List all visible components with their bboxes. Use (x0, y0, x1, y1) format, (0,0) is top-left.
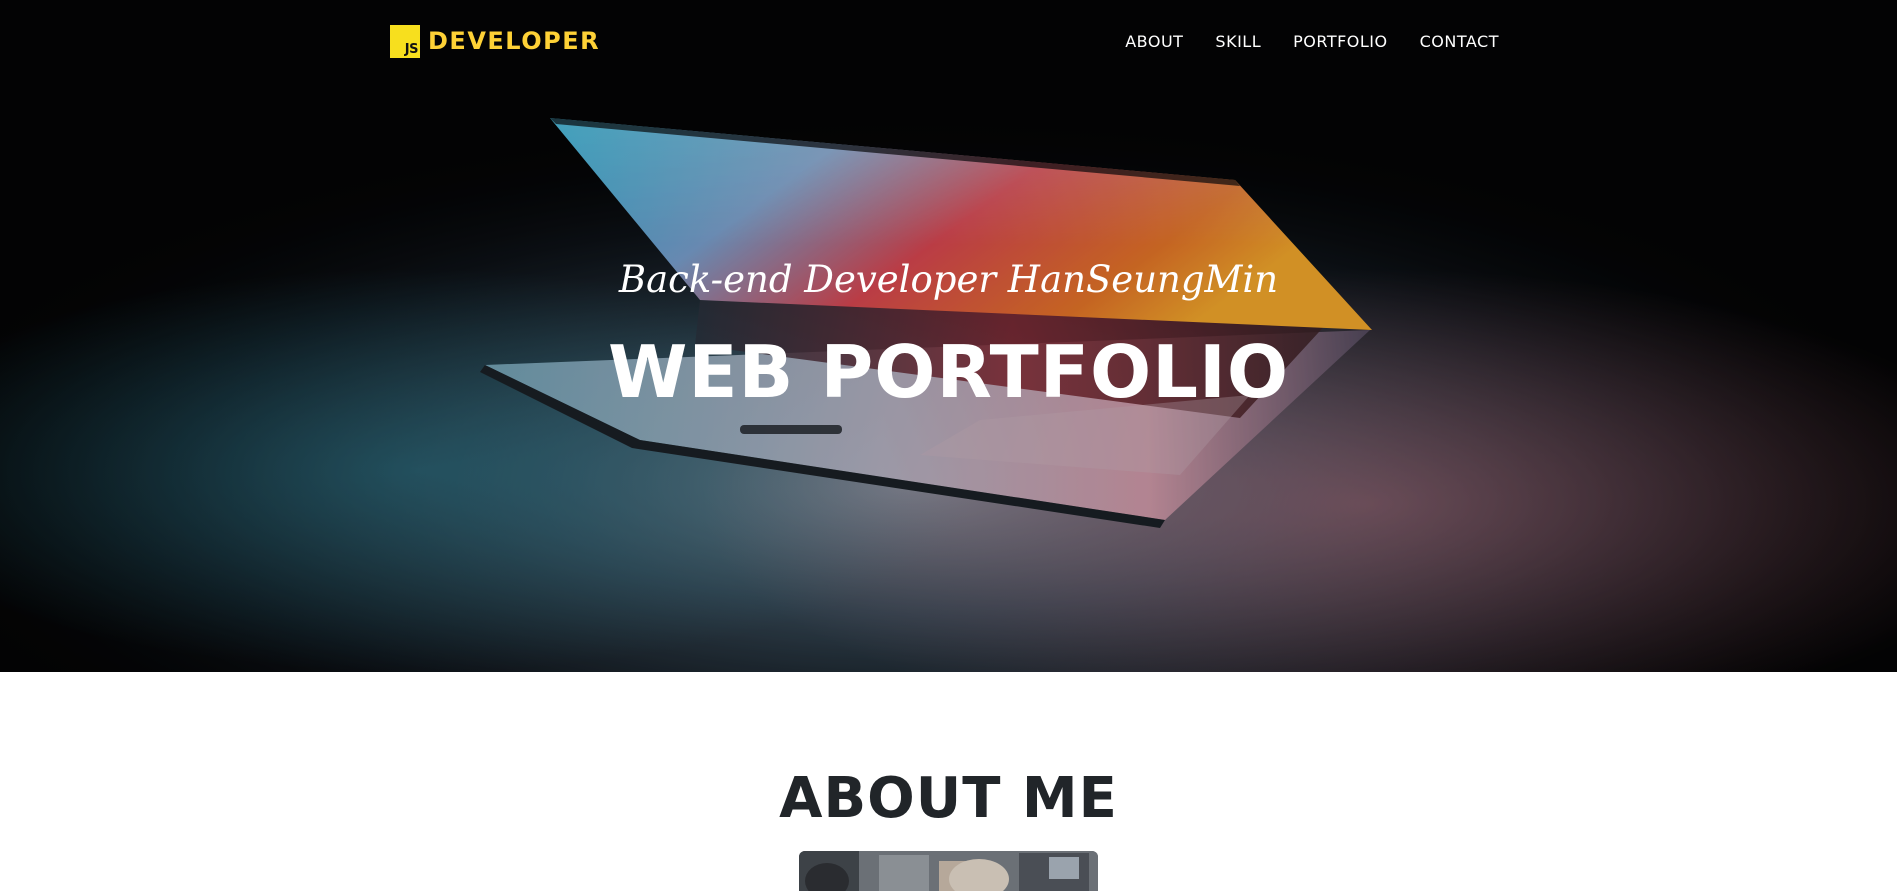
nav-menu: ABOUT SKILL PORTFOLIO CONTACT (1093, 32, 1499, 51)
nav-item-contact[interactable]: CONTACT (1420, 32, 1499, 51)
hero-title: WEB PORTFOLIO (607, 330, 1290, 414)
about-heading: ABOUT ME (779, 766, 1118, 831)
hero-subtitle: Back-end Developer HanSeungMin (618, 258, 1279, 301)
nav-item-about[interactable]: ABOUT (1125, 32, 1183, 51)
js-logo-badge: JS (404, 41, 419, 57)
navbar: JS DEVELOPER ABOUT SKILL PORTFOLIO CONTA… (0, 0, 1897, 84)
hero-section: JS DEVELOPER ABOUT SKILL PORTFOLIO CONTA… (0, 0, 1897, 672)
brand-link[interactable]: JS DEVELOPER (390, 24, 600, 58)
nav-item-skill[interactable]: SKILL (1215, 32, 1261, 51)
about-section: ABOUT ME (0, 672, 1897, 891)
profile-photo-image (799, 851, 1098, 891)
brand-name: DEVELOPER (428, 27, 601, 55)
nav-item-portfolio[interactable]: PORTFOLIO (1293, 32, 1388, 51)
profile-photo (799, 851, 1098, 891)
js-logo-icon: JS (390, 24, 420, 58)
